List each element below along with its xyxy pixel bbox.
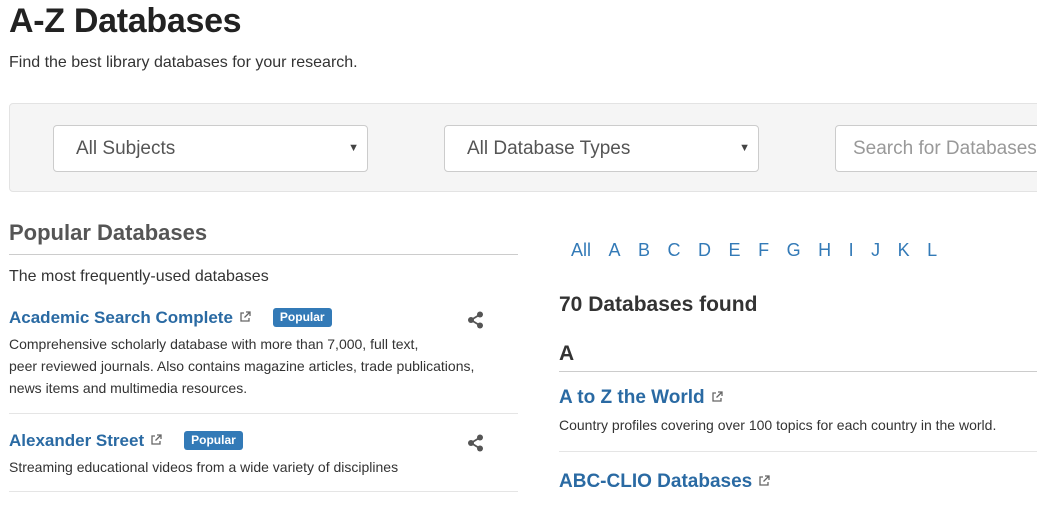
- database-description: Country profiles covering over 100 topic…: [559, 417, 997, 433]
- letter-link-d[interactable]: D: [698, 240, 711, 261]
- share-icon[interactable]: [466, 433, 486, 453]
- types-select-value: All Database Types: [467, 138, 631, 159]
- letter-link-c[interactable]: C: [668, 240, 681, 261]
- external-link-icon: [711, 391, 723, 406]
- database-link[interactable]: A to Z the World: [559, 387, 705, 408]
- letter-link-h[interactable]: H: [818, 240, 831, 261]
- letter-link-f[interactable]: F: [758, 240, 769, 261]
- database-description: Comprehensive scholarly database with mo…: [9, 336, 475, 396]
- divider: [9, 413, 518, 414]
- popular-badge: Popular: [272, 308, 332, 327]
- results-count: 70 Databases found: [559, 293, 758, 316]
- database-description: Streaming educational videos from a wide…: [9, 459, 399, 475]
- external-link-icon: [150, 434, 162, 449]
- page-subtitle: Find the best library databases for your…: [9, 54, 358, 71]
- external-link-icon: [758, 475, 770, 490]
- letter-link-all[interactable]: All: [571, 240, 591, 261]
- popular-badge: Popular: [184, 431, 243, 450]
- letter-link-b[interactable]: B: [638, 240, 650, 261]
- letter-link-i[interactable]: I: [849, 240, 854, 261]
- letter-link-l[interactable]: L: [927, 240, 937, 261]
- subjects-select-value: All Subjects: [76, 138, 176, 159]
- letter-link-a[interactable]: A: [609, 240, 621, 261]
- database-types-select[interactable]: All Database Types ▼: [444, 125, 759, 172]
- letter-link-j[interactable]: J: [871, 240, 880, 261]
- subjects-select[interactable]: All Subjects ▼: [53, 125, 368, 172]
- chevron-down-icon: ▼: [348, 142, 359, 154]
- search-input[interactable]: Search for Databases: [835, 125, 1037, 172]
- letter-link-e[interactable]: E: [729, 240, 741, 261]
- database-link[interactable]: Alexander Street: [9, 431, 144, 450]
- letter-group-heading: A: [559, 342, 1037, 372]
- letter-link-g[interactable]: G: [787, 240, 801, 261]
- popular-heading: Popular Databases: [9, 220, 518, 255]
- divider: [559, 451, 1037, 452]
- list-item: Alexander Street Popular Streaming educa…: [9, 431, 518, 478]
- filter-bar: All Subjects ▼ All Database Types ▼ Sear…: [9, 103, 1037, 192]
- popular-databases-section: Popular Databases The most frequently-us…: [9, 220, 518, 286]
- letter-link-k[interactable]: K: [898, 240, 910, 261]
- chevron-down-icon: ▼: [739, 142, 750, 154]
- popular-lead: The most frequently-used databases: [9, 268, 269, 285]
- database-link[interactable]: ABC-CLIO Databases: [559, 471, 752, 492]
- share-icon[interactable]: [466, 310, 486, 330]
- external-link-icon: [239, 311, 251, 326]
- list-item: Academic Search Complete Popular Compreh…: [9, 308, 518, 399]
- divider: [9, 491, 518, 492]
- database-link[interactable]: Academic Search Complete: [9, 308, 233, 327]
- page-title: A-Z Databases: [9, 2, 242, 40]
- list-item: A to Z the World Country profiles coveri…: [559, 387, 1037, 436]
- az-letter-nav: All A B C D E F G H I J K L: [571, 240, 955, 261]
- list-item: ABC-CLIO Databases: [559, 471, 1037, 493]
